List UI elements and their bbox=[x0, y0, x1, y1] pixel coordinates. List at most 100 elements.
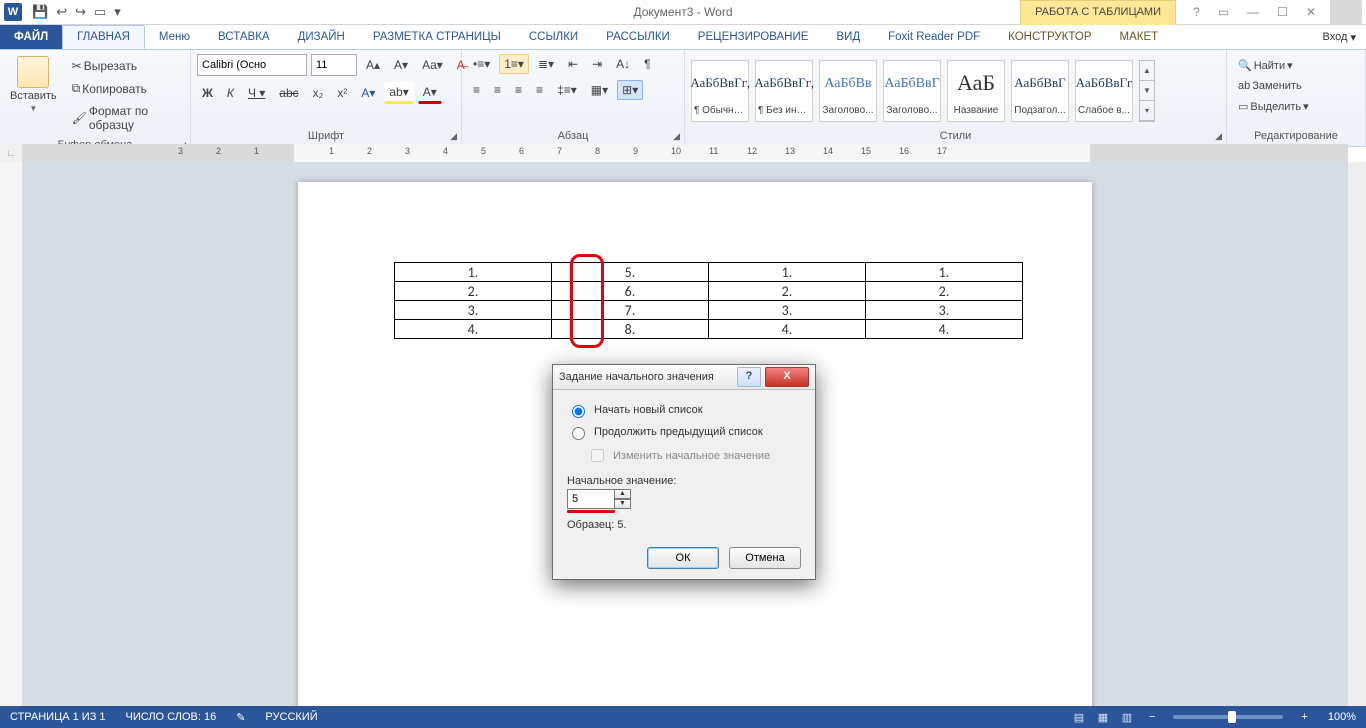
paragraph-dialog-launcher[interactable]: ◢ bbox=[673, 131, 680, 142]
view-read-mode[interactable]: ▤ bbox=[1067, 706, 1091, 728]
underline-button[interactable]: Ч ▾ bbox=[243, 83, 270, 103]
tab-home[interactable]: ГЛАВНАЯ bbox=[62, 25, 145, 49]
zoom-thumb[interactable] bbox=[1228, 711, 1236, 723]
table-cell[interactable]: 3. bbox=[866, 301, 1023, 320]
table-cell[interactable]: 4. bbox=[395, 320, 552, 339]
table-cell[interactable]: 6. bbox=[552, 282, 709, 301]
cut-button[interactable]: ✂Вырезать bbox=[67, 56, 184, 76]
qat-undo-icon[interactable]: ↩ bbox=[56, 4, 67, 20]
table-cell[interactable]: 5. bbox=[552, 263, 709, 282]
spinner-up[interactable]: ▲ bbox=[615, 489, 631, 499]
bullets-button[interactable]: •≡▾ bbox=[468, 54, 495, 74]
font-size-input[interactable] bbox=[311, 54, 357, 76]
cancel-button[interactable]: Отмена bbox=[729, 547, 801, 569]
maximize-icon[interactable]: ☐ bbox=[1273, 3, 1292, 21]
spinner-down[interactable]: ▼ bbox=[615, 499, 631, 509]
view-print-layout[interactable]: ▦ bbox=[1091, 706, 1115, 728]
dialog-close-button[interactable]: X bbox=[765, 367, 809, 387]
bold-button[interactable]: Ж bbox=[197, 83, 218, 103]
table-cell[interactable]: 4. bbox=[866, 320, 1023, 339]
style-item[interactable]: АаБбВвГЗаголово... bbox=[883, 60, 941, 122]
style-item[interactable]: АаБбВвГгСлабое в... bbox=[1075, 60, 1133, 122]
styles-dialog-launcher[interactable]: ◢ bbox=[1215, 131, 1222, 142]
zoom-level[interactable]: 100% bbox=[1318, 711, 1366, 723]
style-item[interactable]: АаБбВвГг,¶ Без инте... bbox=[755, 60, 813, 122]
start-value-input[interactable] bbox=[567, 489, 615, 509]
table-cell[interactable]: 1. bbox=[709, 263, 866, 282]
status-proofing-icon[interactable]: ✎ bbox=[226, 711, 255, 724]
table-cell[interactable]: 2. bbox=[709, 282, 866, 301]
line-spacing-button[interactable]: ‡≡▾ bbox=[552, 80, 582, 100]
radio-continue-input[interactable] bbox=[572, 427, 585, 440]
radio-start-new-input[interactable] bbox=[572, 405, 585, 418]
dialog-titlebar[interactable]: Задание начального значения ? X bbox=[553, 365, 815, 390]
copy-button[interactable]: ⧉Копировать bbox=[67, 78, 184, 99]
styles-scroll[interactable]: ▲▼▾ bbox=[1139, 60, 1155, 122]
minimize-icon[interactable]: — bbox=[1243, 3, 1263, 21]
font-name-input[interactable] bbox=[197, 54, 307, 76]
qat-new-icon[interactable]: ▭ bbox=[94, 4, 106, 20]
table-cell[interactable]: 1. bbox=[395, 263, 552, 282]
table-cell[interactable]: 3. bbox=[709, 301, 866, 320]
table-cell[interactable]: 8. bbox=[552, 320, 709, 339]
tab-foxit[interactable]: Foxit Reader PDF bbox=[874, 25, 994, 49]
start-value-spinner[interactable]: ▲▼ bbox=[567, 489, 801, 509]
tab-page-layout[interactable]: РАЗМЕТКА СТРАНИЦЫ bbox=[359, 25, 515, 49]
decrease-indent-button[interactable]: ⇤ bbox=[563, 54, 583, 74]
tab-view[interactable]: ВИД bbox=[822, 25, 874, 49]
horizontal-ruler[interactable]: 3211234567891011121314151617 bbox=[22, 144, 1348, 163]
paste-button[interactable]: Вставить ▼ bbox=[6, 54, 61, 115]
table-cell[interactable]: 7. bbox=[552, 301, 709, 320]
sort-button[interactable]: A↓ bbox=[611, 54, 635, 74]
style-item[interactable]: АаБбВвГПодзагол... bbox=[1011, 60, 1069, 122]
show-marks-button[interactable]: ¶ bbox=[639, 54, 655, 74]
table-cell[interactable]: 3. bbox=[395, 301, 552, 320]
status-language[interactable]: РУССКИЙ bbox=[255, 711, 327, 723]
vertical-scrollbar[interactable] bbox=[1347, 162, 1366, 706]
table-cell[interactable]: 2. bbox=[866, 282, 1023, 301]
style-item[interactable]: АаБбВвЗаголово... bbox=[819, 60, 877, 122]
style-item[interactable]: АаБНазвание bbox=[947, 60, 1005, 122]
zoom-slider[interactable] bbox=[1173, 715, 1283, 719]
justify-button[interactable]: ≡ bbox=[531, 80, 548, 100]
styles-more[interactable]: ▾ bbox=[1140, 101, 1154, 121]
document-table[interactable]: 1.5.1.1.2.6.2.2.3.7.3.3.4.8.4.4. bbox=[394, 262, 1023, 339]
increase-indent-button[interactable]: ⇥ bbox=[587, 54, 607, 74]
replace-button[interactable]: abЗаменить bbox=[1233, 77, 1314, 95]
qat-customize-icon[interactable]: ▾ bbox=[114, 4, 121, 20]
shrink-font-button[interactable]: A▾ bbox=[389, 55, 413, 75]
shading-button[interactable]: ▦▾ bbox=[586, 80, 613, 100]
dialog-help-button[interactable]: ? bbox=[737, 367, 761, 387]
sign-in[interactable]: Вход ▾ bbox=[1313, 25, 1366, 49]
align-right-button[interactable]: ≡ bbox=[510, 80, 527, 100]
find-button[interactable]: 🔍Найти ▾ bbox=[1233, 56, 1314, 75]
ribbon-display-icon[interactable]: ▭ bbox=[1214, 3, 1233, 21]
ok-button[interactable]: ОК bbox=[647, 547, 719, 569]
tab-file[interactable]: ФАЙЛ bbox=[0, 25, 62, 49]
tab-insert[interactable]: ВСТАВКА bbox=[204, 25, 284, 49]
numbering-button[interactable]: 1≡▾ bbox=[499, 54, 529, 74]
style-item[interactable]: АаБбВвГг,¶ Обычный bbox=[691, 60, 749, 122]
table-cell[interactable]: 2. bbox=[395, 282, 552, 301]
font-dialog-launcher[interactable]: ◢ bbox=[450, 131, 457, 142]
qat-redo-icon[interactable]: ↪ bbox=[75, 4, 86, 20]
help-icon[interactable]: ? bbox=[1189, 3, 1204, 21]
highlight-button[interactable]: ab▾ bbox=[384, 82, 413, 104]
strike-button[interactable]: abc bbox=[274, 83, 303, 103]
italic-button[interactable]: К bbox=[222, 83, 239, 103]
text-effects-button[interactable]: A▾ bbox=[356, 83, 380, 103]
multilevel-button[interactable]: ≣▾ bbox=[533, 54, 559, 74]
tab-menu[interactable]: Меню bbox=[145, 25, 204, 49]
radio-continue-list[interactable]: Продолжить предыдущий список bbox=[567, 424, 801, 440]
subscript-button[interactable]: x₂ bbox=[308, 83, 329, 103]
tab-constructor[interactable]: КОНСТРУКТОР bbox=[994, 25, 1105, 49]
grow-font-button[interactable]: A▴ bbox=[361, 55, 385, 75]
tab-references[interactable]: ССЫЛКИ bbox=[515, 25, 592, 49]
format-painter-button[interactable]: 🖌Формат по образцу bbox=[67, 101, 184, 135]
table-cell[interactable]: 4. bbox=[709, 320, 866, 339]
qat-save-icon[interactable]: 💾 bbox=[32, 4, 48, 20]
close-icon[interactable]: ✕ bbox=[1302, 3, 1320, 21]
status-words[interactable]: ЧИСЛО СЛОВ: 16 bbox=[116, 711, 227, 723]
align-left-button[interactable]: ≡ bbox=[468, 80, 485, 100]
superscript-button[interactable]: x² bbox=[332, 83, 352, 103]
